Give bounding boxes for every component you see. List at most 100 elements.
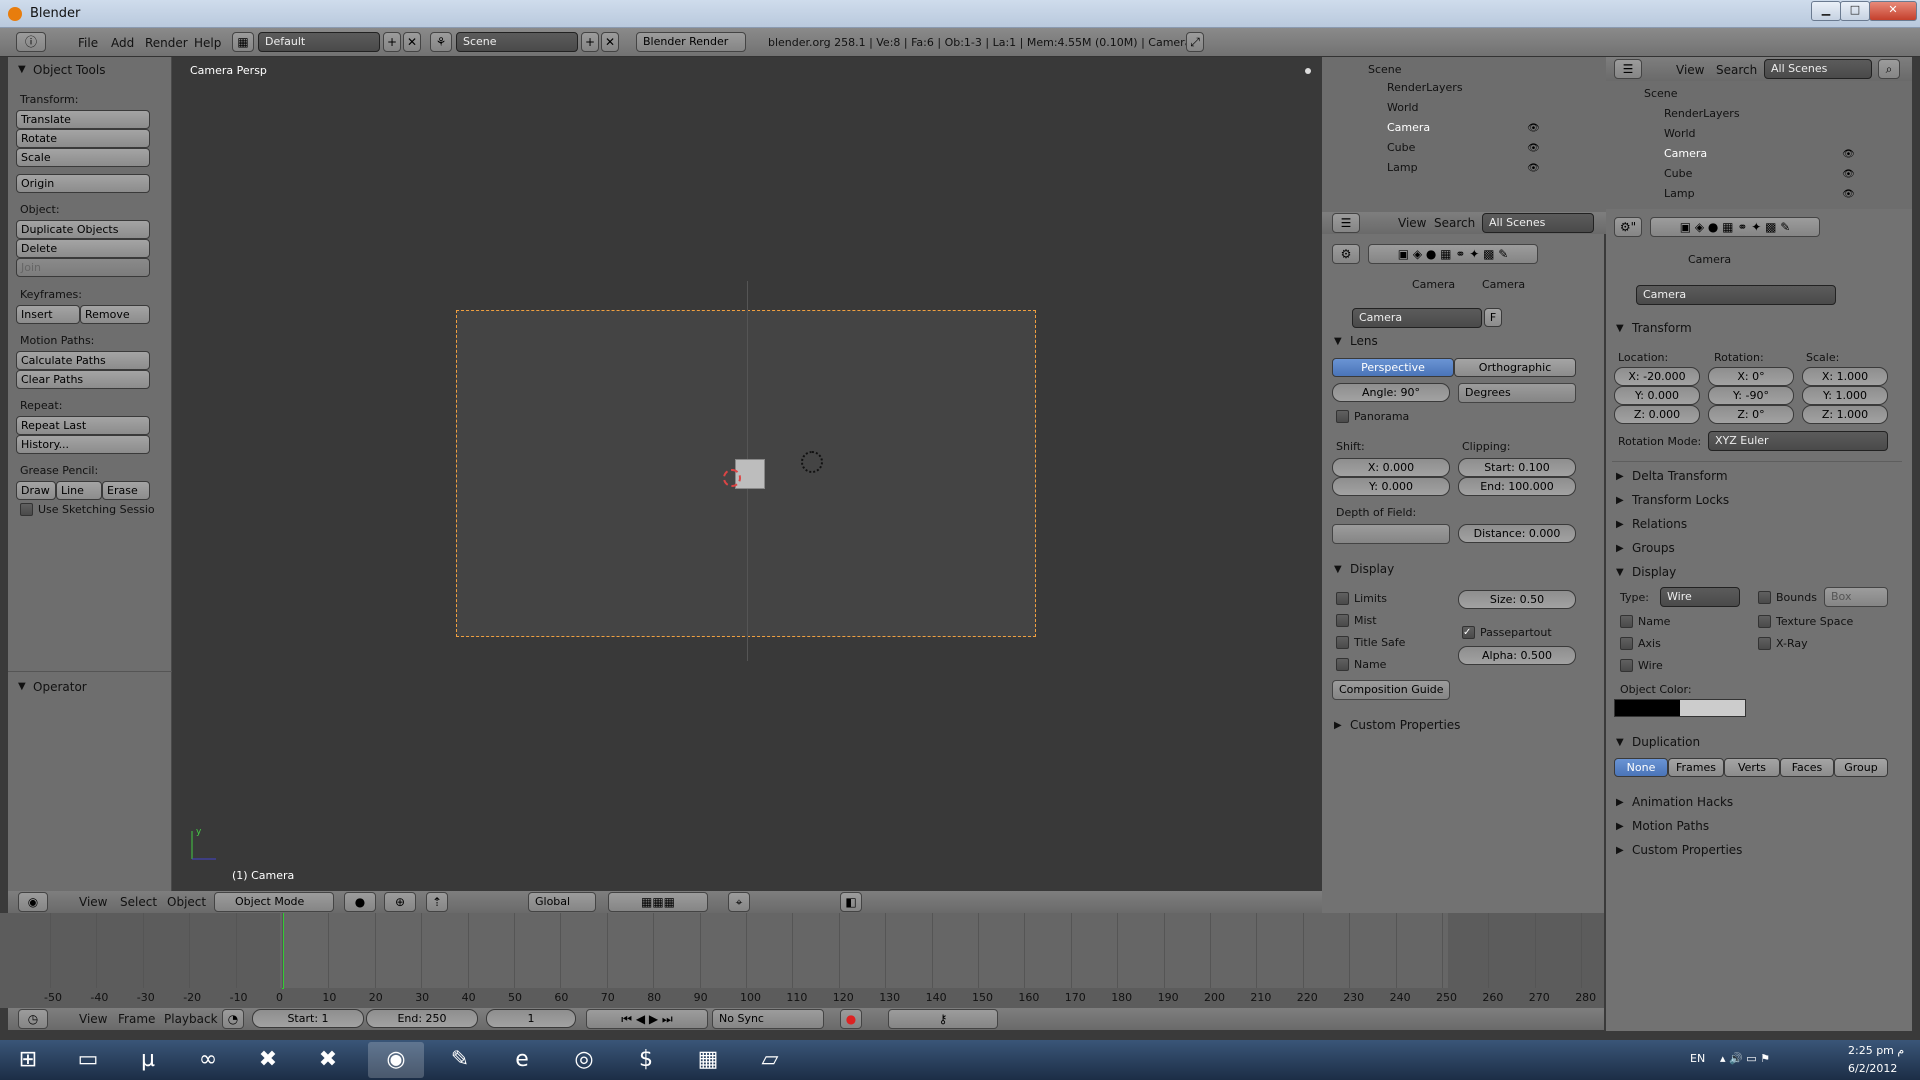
relations-arrow-icon[interactable]: ▶ bbox=[1616, 519, 1624, 530]
display-arrow-icon[interactable]: ▼ bbox=[1616, 567, 1624, 578]
title-safe-checkbox[interactable] bbox=[1336, 636, 1349, 649]
transform-locks-header[interactable]: Transform Locks bbox=[1632, 493, 1729, 507]
dup-faces-button[interactable]: Faces bbox=[1780, 758, 1834, 777]
timeline-playback-menu[interactable]: Playback bbox=[164, 1012, 218, 1026]
scene-field[interactable]: Scene bbox=[456, 32, 578, 52]
clip-end-field[interactable]: End: 100.000 bbox=[1458, 477, 1576, 496]
layers-icon[interactable]: ▦▦▦ bbox=[608, 892, 708, 912]
shading-icon[interactable]: ● bbox=[344, 892, 376, 912]
outliner-display-select[interactable]: All Scenes bbox=[1482, 213, 1594, 233]
shift-y-field[interactable]: Y: 0.000 bbox=[1332, 477, 1450, 496]
tray-icons[interactable]: ▴ 🔊 ▭ ⚑ bbox=[1720, 1052, 1770, 1065]
origin-button[interactable]: Origin bbox=[16, 174, 150, 193]
delete-button[interactable]: Delete bbox=[16, 239, 150, 258]
motion-paths-header[interactable]: Motion Paths bbox=[1632, 819, 1709, 833]
language-indicator[interactable]: EN bbox=[1690, 1052, 1705, 1065]
menu-render[interactable]: Render bbox=[145, 36, 188, 50]
operator-header[interactable]: Operator bbox=[33, 680, 87, 694]
name-checkbox[interactable] bbox=[1620, 615, 1633, 628]
orthographic-button[interactable]: Orthographic bbox=[1454, 358, 1576, 377]
add-scene-icon[interactable]: + bbox=[581, 32, 599, 52]
close-button[interactable]: ✕ bbox=[1869, 1, 1917, 21]
timeline-view-menu[interactable]: View bbox=[79, 1012, 107, 1026]
insert-keyframe-button[interactable]: Insert bbox=[16, 305, 80, 324]
lens-unit-select[interactable]: Degrees bbox=[1458, 383, 1576, 403]
remove-keyframe-button[interactable]: Remove bbox=[80, 305, 150, 324]
texture-space-checkbox[interactable] bbox=[1758, 615, 1771, 628]
scale-y-field[interactable]: Y: 1.000 bbox=[1802, 386, 1888, 405]
select-menu[interactable]: Select bbox=[120, 895, 157, 909]
motion-paths-arrow-icon[interactable]: ▶ bbox=[1616, 821, 1624, 832]
fullscreen-icon[interactable]: ⤢ bbox=[1186, 32, 1204, 52]
view-menu[interactable]: View bbox=[79, 895, 107, 909]
erase-button[interactable]: Erase bbox=[102, 481, 150, 500]
transform-arrow-icon[interactable]: ▼ bbox=[1616, 323, 1624, 334]
start-button-icon[interactable]: ⊞ bbox=[0, 1042, 56, 1078]
perspective-button[interactable]: Perspective bbox=[1332, 358, 1454, 377]
end-frame-field[interactable]: End: 250 bbox=[366, 1009, 478, 1028]
sync-mode-select[interactable]: No Sync bbox=[712, 1009, 824, 1029]
remove-screen-icon[interactable]: ✕ bbox=[403, 32, 421, 52]
blender-taskbar-icon[interactable]: ◉ bbox=[368, 1042, 424, 1078]
3d-cursor-icon[interactable] bbox=[723, 469, 741, 487]
object-name-field[interactable]: Camera bbox=[1636, 285, 1836, 305]
dof-object-field[interactable] bbox=[1332, 524, 1450, 544]
tree-world[interactable]: World bbox=[1664, 127, 1696, 140]
dof-distance-field[interactable]: Distance: 0.000 bbox=[1458, 524, 1576, 543]
custom-properties-header[interactable]: Custom Properties bbox=[1350, 718, 1460, 732]
tree-scene[interactable]: Scene bbox=[1644, 87, 1678, 100]
rotation-mode-select[interactable]: XYZ Euler bbox=[1708, 431, 1888, 451]
record-icon[interactable]: ● bbox=[840, 1009, 862, 1029]
passepartout-checkbox[interactable]: ✓ bbox=[1462, 626, 1475, 639]
camera-datablock-field[interactable]: Camera bbox=[1352, 308, 1482, 328]
menu-file[interactable]: File bbox=[78, 36, 98, 50]
snap-icon[interactable]: ⌖ bbox=[728, 892, 750, 912]
tree-cube[interactable]: Cube bbox=[1664, 167, 1692, 180]
eye-icon[interactable]: 👁 bbox=[1842, 148, 1855, 161]
custom-properties-header[interactable]: Custom Properties bbox=[1632, 843, 1742, 857]
outliner-search-menu[interactable]: Search bbox=[1716, 63, 1757, 77]
transform-header[interactable]: Transform bbox=[1632, 321, 1692, 335]
scale-button[interactable]: Scale bbox=[16, 148, 150, 167]
scale-x-field[interactable]: X: 1.000 bbox=[1802, 367, 1888, 386]
infinity-app-icon[interactable]: ∞ bbox=[180, 1042, 236, 1078]
object-tools-header[interactable]: Object Tools bbox=[33, 63, 105, 77]
3d-viewport[interactable]: Camera Persp y (1) Camera bbox=[172, 57, 1322, 891]
custom-properties-arrow-icon[interactable]: ▶ bbox=[1334, 720, 1342, 731]
xampp-control-icon[interactable]: ✖ bbox=[300, 1042, 356, 1078]
remove-scene-icon[interactable]: ✕ bbox=[601, 32, 619, 52]
location-y-field[interactable]: Y: 0.000 bbox=[1614, 386, 1700, 405]
clock-time[interactable]: 2:25 pm م‎ bbox=[1848, 1044, 1904, 1057]
clear-paths-button[interactable]: Clear Paths bbox=[16, 370, 150, 389]
display-arrow-icon[interactable]: ▼ bbox=[1334, 564, 1342, 575]
editor-type-3d-icon[interactable]: ◉ bbox=[18, 892, 48, 912]
outliner-search-menu[interactable]: Search bbox=[1434, 216, 1475, 230]
add-screen-icon[interactable]: + bbox=[383, 32, 401, 52]
rotation-x-field[interactable]: X: 0° bbox=[1708, 367, 1794, 386]
eye-icon[interactable]: 👁 bbox=[1527, 122, 1540, 135]
utorrent-icon[interactable]: µ bbox=[120, 1042, 176, 1078]
manipulator-icon[interactable]: ⇡ bbox=[426, 892, 448, 912]
groups-header[interactable]: Groups bbox=[1632, 541, 1675, 555]
collapse-arrow-icon[interactable]: ▼ bbox=[18, 681, 26, 692]
lens-header[interactable]: Lens bbox=[1350, 334, 1378, 348]
use-sketching-checkbox[interactable] bbox=[20, 503, 33, 516]
preview-range-icon[interactable]: ◔ bbox=[222, 1009, 244, 1029]
minimize-button[interactable]: ▁ bbox=[1811, 1, 1841, 21]
tree-camera[interactable]: Camera bbox=[1664, 147, 1707, 160]
gimp-icon[interactable]: ✎ bbox=[432, 1042, 488, 1078]
relations-header[interactable]: Relations bbox=[1632, 517, 1687, 531]
view-corner-icon[interactable] bbox=[1305, 68, 1311, 74]
tree-scene[interactable]: Scene bbox=[1368, 63, 1402, 76]
pivot-icon[interactable]: ⊕ bbox=[384, 892, 416, 912]
editor-type-outliner-icon[interactable]: ☰ bbox=[1614, 59, 1642, 79]
wire-checkbox[interactable] bbox=[1620, 659, 1633, 672]
xampp-icon[interactable]: ✖ bbox=[240, 1042, 296, 1078]
mode-select[interactable]: Object Mode bbox=[214, 892, 334, 912]
rotation-z-field[interactable]: Z: 0° bbox=[1708, 405, 1794, 424]
composition-guide-select[interactable]: Composition Guide bbox=[1332, 680, 1450, 700]
outliner-view-menu[interactable]: View bbox=[1676, 63, 1704, 77]
outliner-display-select[interactable]: All Scenes bbox=[1764, 59, 1872, 79]
eye-icon[interactable]: 👁 bbox=[1842, 168, 1855, 181]
limits-checkbox[interactable] bbox=[1336, 592, 1349, 605]
